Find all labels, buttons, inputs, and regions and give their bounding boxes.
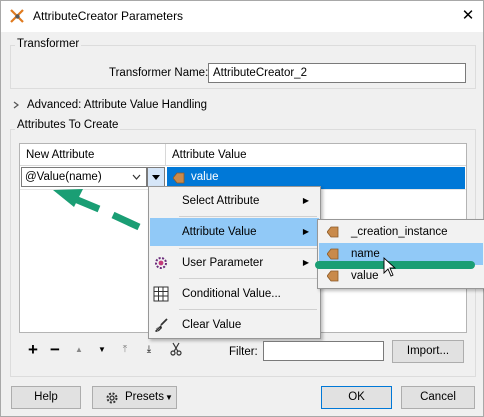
- presets-button[interactable]: Presets ▼: [92, 386, 177, 409]
- fme-app-icon: [9, 8, 26, 25]
- cancel-button[interactable]: Cancel: [401, 386, 475, 409]
- title-bar: AttributeCreator Parameters ✕: [1, 1, 483, 32]
- attribute-value-cell[interactable]: value: [191, 171, 219, 183]
- remove-row-button[interactable]: −: [47, 341, 63, 358]
- value-menu-button[interactable]: [147, 167, 165, 187]
- menu-item-clear-value[interactable]: Clear Value: [150, 311, 319, 339]
- menu-item-label: Conditional Value...: [182, 288, 281, 300]
- advanced-section-toggle[interactable]: Advanced: Attribute Value Handling: [27, 99, 207, 111]
- context-menu: Select Attribute ▶ Attribute Value ▶ Use…: [148, 186, 321, 339]
- import-button[interactable]: Import...: [392, 340, 464, 363]
- submenu-item-value[interactable]: value: [319, 265, 483, 287]
- attribute-arrow-icon: [327, 270, 339, 282]
- column-header-attribute-value[interactable]: Attribute Value: [166, 144, 466, 166]
- transformer-name-field[interactable]: AttributeCreator_2: [208, 63, 466, 83]
- help-button[interactable]: Help: [11, 386, 81, 409]
- window-title: AttributeCreator Parameters: [33, 9, 184, 23]
- menu-item-user-parameter[interactable]: User Parameter ▶: [150, 249, 319, 277]
- menu-separator: [179, 278, 317, 279]
- filter-input[interactable]: [263, 341, 384, 361]
- column-header-new-attribute[interactable]: New Attribute: [20, 144, 166, 166]
- new-attribute-value: @Value(name): [25, 171, 102, 183]
- submenu-item-label: value: [351, 270, 379, 282]
- submenu-item-label: _creation_instance: [351, 226, 448, 238]
- move-bottom-button[interactable]: ⤓: [141, 342, 157, 358]
- submenu-item-label: name: [351, 248, 380, 260]
- chevron-right-icon[interactable]: [12, 101, 20, 109]
- filter-label: Filter:: [229, 346, 258, 358]
- submenu-item-name[interactable]: name: [319, 243, 483, 265]
- menu-item-label: Clear Value: [182, 319, 242, 331]
- menu-item-label: User Parameter: [182, 257, 264, 269]
- new-attribute-combo[interactable]: @Value(name): [21, 167, 147, 187]
- submenu-arrow-icon: ▶: [302, 196, 309, 205]
- menu-item-label: Attribute Value: [182, 226, 257, 238]
- attribute-arrow-icon: [327, 248, 339, 260]
- close-icon[interactable]: ✕: [459, 7, 477, 25]
- move-down-button[interactable]: ▼: [94, 342, 110, 358]
- submenu-arrow-icon: ▶: [302, 227, 309, 236]
- menu-separator: [179, 309, 317, 310]
- menu-separator: [179, 216, 317, 217]
- move-top-button[interactable]: ⤒: [117, 342, 133, 358]
- submenu-item-creation-instance[interactable]: _creation_instance: [319, 221, 483, 243]
- gear-icon: [105, 391, 119, 405]
- scissors-icon[interactable]: [169, 342, 185, 358]
- menu-item-attribute-value[interactable]: Attribute Value ▶: [150, 218, 319, 246]
- move-up-button[interactable]: ▲: [71, 342, 87, 358]
- attribute-arrow-icon: [173, 172, 185, 184]
- broom-icon: [153, 317, 169, 333]
- menu-item-select-attribute[interactable]: Select Attribute ▶: [150, 187, 319, 215]
- menu-item-conditional-value[interactable]: Conditional Value...: [150, 280, 319, 308]
- dialog-window: AttributeCreator Parameters ✕ Transforme…: [0, 0, 484, 417]
- presets-label: Presets: [125, 391, 164, 403]
- user-parameter-icon: [153, 255, 169, 271]
- menu-item-label: Select Attribute: [182, 195, 260, 207]
- transformer-group-label: Transformer: [15, 38, 82, 50]
- submenu-arrow-icon: ▶: [302, 258, 309, 267]
- table-grid-icon: [153, 286, 169, 302]
- add-row-button[interactable]: +: [25, 341, 41, 358]
- ok-button[interactable]: OK: [321, 386, 392, 409]
- dropdown-arrow-icon: ▼: [165, 393, 173, 402]
- attribute-arrow-icon: [327, 226, 339, 238]
- attribute-value-submenu: _creation_instance name value: [317, 219, 484, 289]
- attributes-group-label: Attributes To Create: [15, 119, 121, 131]
- transformer-name-label: Transformer Name:: [109, 67, 209, 79]
- chevron-down-icon: [132, 174, 141, 180]
